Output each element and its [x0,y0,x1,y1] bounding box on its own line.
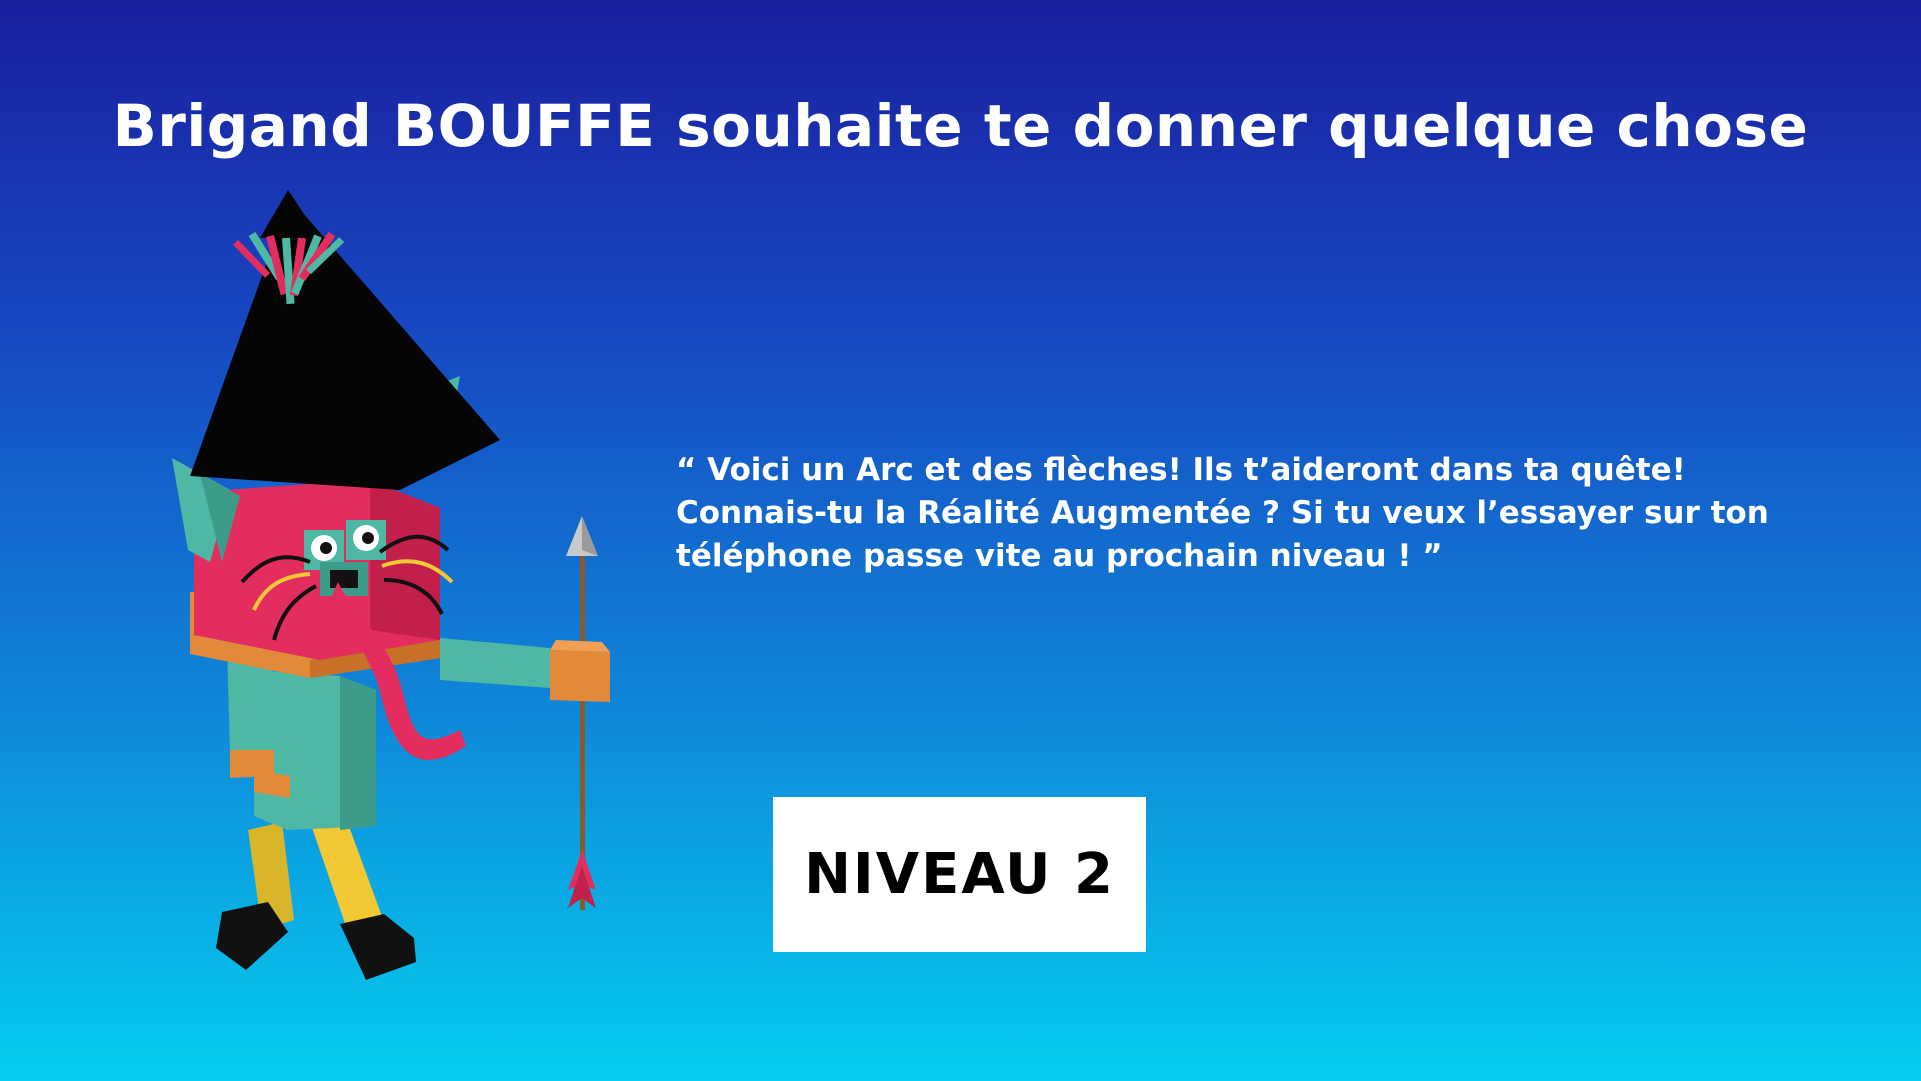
dialogue-line: “ Voici un Arc et des flèches! Ils t’aid… [676,452,1686,488]
right-leg [310,818,384,932]
page-title: Brigand BOUFFE souhaite te donner quelqu… [112,92,1809,160]
dialogue-line: Connais-tu la Réalité Augmentée ? Si tu … [676,495,1769,531]
hand [550,650,610,702]
game-screen: Brigand BOUFFE souhaite te donner quelqu… [0,0,1921,1081]
right-boot [340,914,416,980]
right-arm [440,638,550,688]
dialogue-line: téléphone passe vite au prochain niveau … [676,538,1443,574]
dialogue-text: “ Voici un Arc et des flèches! Ils t’aid… [676,449,1806,578]
level-2-button[interactable]: NIVEAU 2 [773,797,1146,952]
hat-tip [260,190,320,238]
brigand-bouffe-character [172,190,610,980]
